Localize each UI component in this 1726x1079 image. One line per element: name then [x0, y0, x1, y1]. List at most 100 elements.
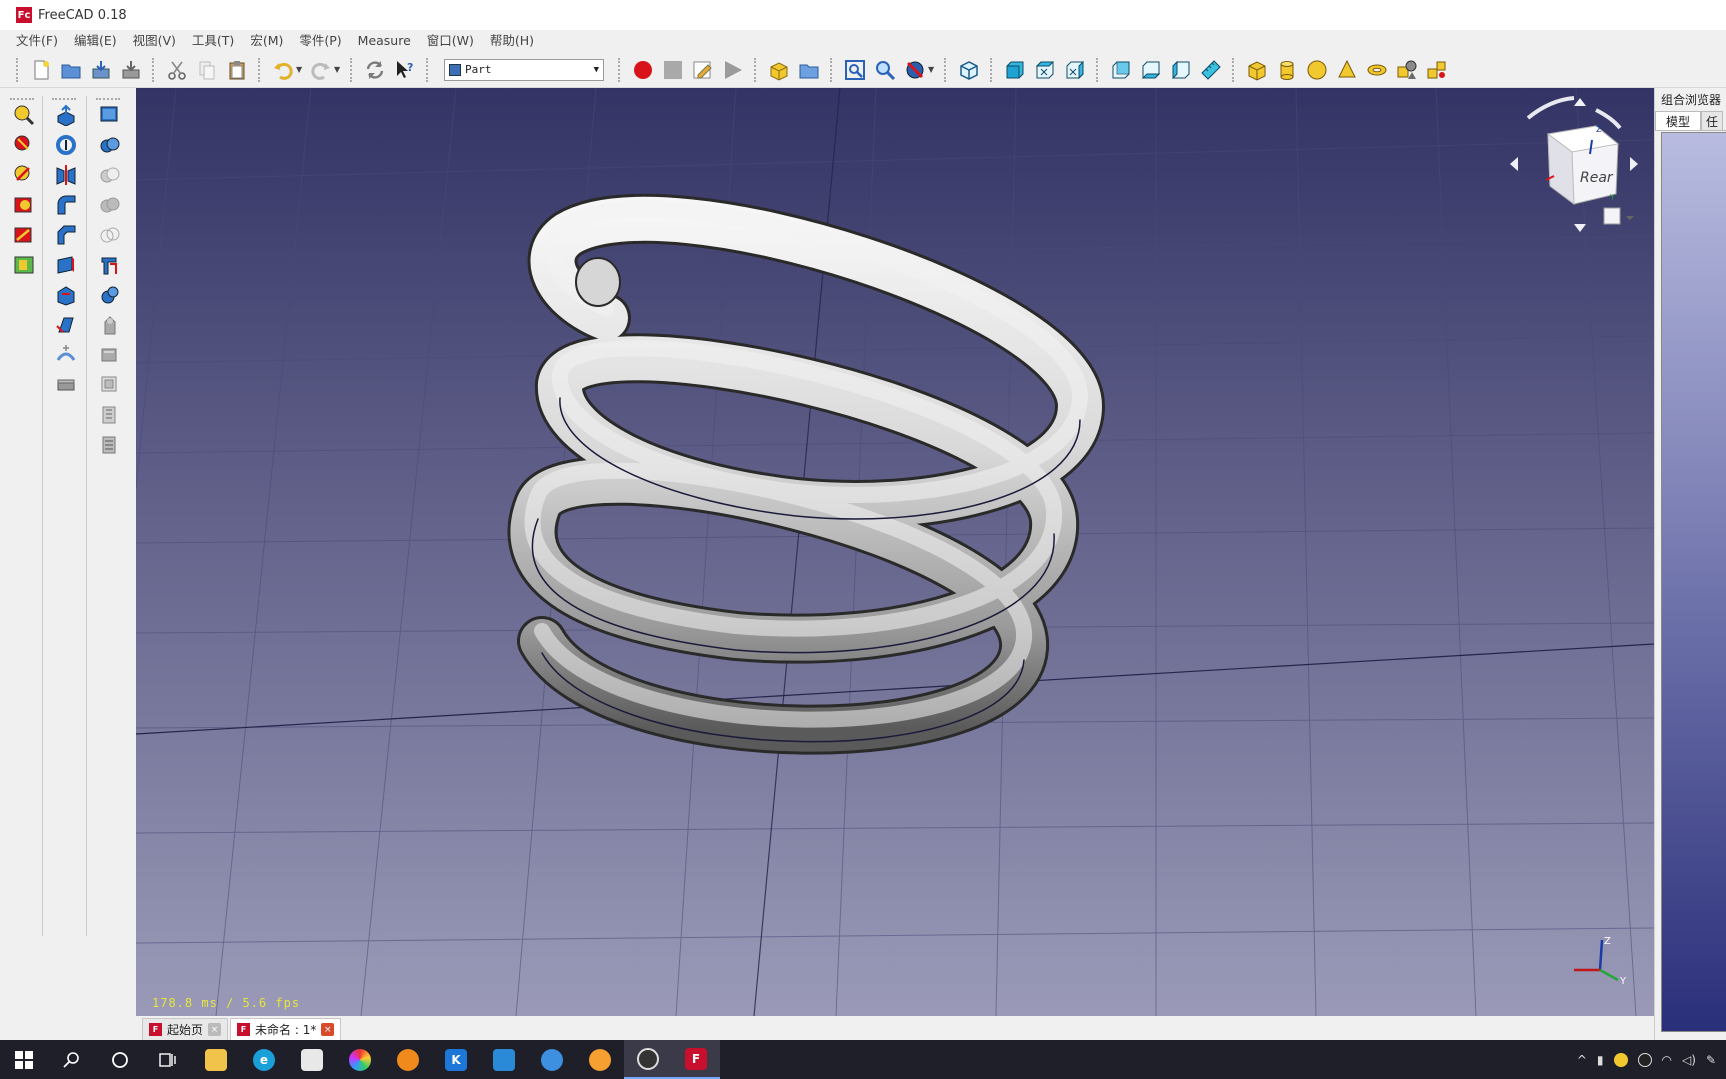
- thickness-button[interactable]: [96, 402, 124, 428]
- toolbar-grip[interactable]: [754, 57, 758, 82]
- taskbar-photos[interactable]: [336, 1040, 384, 1079]
- navigation-cube[interactable]: Rear Z Y: [1500, 90, 1648, 240]
- tab-unnamed-document[interactable]: F 未命名 : 1* ×: [230, 1018, 342, 1040]
- boolean-button[interactable]: [96, 132, 124, 158]
- part-sphere-button[interactable]: [1304, 57, 1330, 83]
- arrow-right-icon[interactable]: [1630, 157, 1638, 171]
- taskbar-blender[interactable]: [384, 1040, 432, 1079]
- toolbar-grip[interactable]: [16, 57, 20, 82]
- wifi-icon[interactable]: ◠: [1662, 1053, 1672, 1067]
- close-icon[interactable]: ×: [208, 1023, 222, 1036]
- open-button[interactable]: [58, 57, 84, 83]
- view-bottom-button[interactable]: [1138, 57, 1164, 83]
- loft-button[interactable]: [52, 312, 80, 338]
- fit-all-button[interactable]: [842, 57, 868, 83]
- close-icon[interactable]: ×: [321, 1023, 335, 1036]
- microphone-icon[interactable]: ▮: [1597, 1053, 1604, 1067]
- part-cylinder-button[interactable]: [1274, 57, 1300, 83]
- mirror-button[interactable]: [52, 162, 80, 188]
- fuse-shapes-button[interactable]: [96, 192, 124, 218]
- tab-model[interactable]: 模型: [1655, 111, 1702, 130]
- menu-macro[interactable]: 宏(M): [242, 30, 291, 52]
- cut-shapes-button[interactable]: [96, 162, 124, 188]
- cut-button[interactable]: [164, 57, 190, 83]
- measure-angular-button[interactable]: [10, 132, 38, 158]
- taskbar-store[interactable]: [288, 1040, 336, 1079]
- view-left-button[interactable]: [1168, 57, 1194, 83]
- taskbar-edge[interactable]: e: [240, 1040, 288, 1079]
- start-button[interactable]: [0, 1040, 48, 1079]
- split-tools-button[interactable]: [96, 282, 124, 308]
- taskbar-explorer[interactable]: [192, 1040, 240, 1079]
- rotate-left-arrow-icon[interactable]: [1526, 96, 1575, 120]
- extrude-button[interactable]: [52, 102, 80, 128]
- pen-icon[interactable]: ✎: [1706, 1053, 1716, 1067]
- ruled-surface-button[interactable]: [52, 282, 80, 308]
- taskbar-obs[interactable]: [624, 1040, 672, 1079]
- check-geometry-button[interactable]: [96, 312, 124, 338]
- new-document-button[interactable]: [28, 57, 54, 83]
- macro-record-button[interactable]: [630, 57, 656, 83]
- volume-icon[interactable]: ◁): [1682, 1053, 1696, 1067]
- toolbar-grip[interactable]: [426, 57, 430, 82]
- toolbar-grip[interactable]: [152, 57, 156, 82]
- revolve-button[interactable]: [52, 132, 80, 158]
- taskbar-freecad[interactable]: F: [672, 1040, 720, 1079]
- toolbar-grip[interactable]: [258, 57, 262, 82]
- section-button[interactable]: [52, 372, 80, 398]
- measure-refresh-button[interactable]: [10, 162, 38, 188]
- measure-delta-button[interactable]: [10, 252, 38, 278]
- chamfer-button[interactable]: [52, 222, 80, 248]
- model-tree-view[interactable]: [1661, 132, 1726, 1032]
- arrow-down-icon[interactable]: [1574, 224, 1586, 232]
- spring-end-face[interactable]: [575, 257, 621, 307]
- toolbar-grip[interactable]: [990, 57, 994, 82]
- task-view-button[interactable]: [144, 1040, 192, 1079]
- menu-help[interactable]: 帮助(H): [482, 30, 542, 52]
- toolbar-grip[interactable]: [1232, 57, 1236, 82]
- helical-spring-model[interactable]: [507, 193, 1106, 755]
- part-box-button[interactable]: [1244, 57, 1270, 83]
- taskbar-image-viewer[interactable]: [480, 1040, 528, 1079]
- redo-button[interactable]: [308, 57, 334, 83]
- create-group-button[interactable]: [796, 57, 822, 83]
- sweep-button[interactable]: [52, 342, 80, 368]
- tab-start-page[interactable]: F 起始页 ×: [142, 1018, 229, 1040]
- save-as-button[interactable]: [118, 57, 144, 83]
- part-torus-button[interactable]: [1364, 57, 1390, 83]
- plus-app-icon[interactable]: [1613, 1052, 1628, 1067]
- refresh-button[interactable]: [362, 57, 388, 83]
- tab-task[interactable]: 任: [1701, 111, 1724, 130]
- view-isometric-button[interactable]: [956, 57, 982, 83]
- compound-tools-button[interactable]: [96, 102, 124, 128]
- macro-stop-button[interactable]: [660, 57, 686, 83]
- undo-button[interactable]: [270, 57, 296, 83]
- save-button[interactable]: [88, 57, 114, 83]
- view-rear-button[interactable]: [1108, 57, 1134, 83]
- taskbar-search-button[interactable]: [48, 1040, 96, 1079]
- cube-faces[interactable]: Rear Z Y: [1545, 125, 1620, 206]
- measure-linear-button[interactable]: [10, 102, 38, 128]
- arrow-left-icon[interactable]: [1510, 157, 1518, 171]
- projection-button[interactable]: [96, 432, 124, 458]
- view-menu-cube-icon[interactable]: [1603, 207, 1621, 225]
- menu-part[interactable]: 零件(P): [291, 30, 349, 52]
- measure-distance-button[interactable]: [1198, 57, 1224, 83]
- undo-dropdown-icon[interactable]: ▼: [296, 65, 304, 74]
- common-shapes-button[interactable]: [96, 222, 124, 248]
- view-top-button[interactable]: [1032, 57, 1058, 83]
- offset-button[interactable]: [96, 372, 124, 398]
- make-face-button[interactable]: [52, 252, 80, 278]
- join-features-button[interactable]: [96, 252, 124, 278]
- 3d-viewport[interactable]: 178.8 ms / 5.6 fps Rear Z Y Z Y: [136, 88, 1654, 1016]
- menu-measure[interactable]: Measure: [350, 30, 419, 52]
- taskbar-bilibili[interactable]: [576, 1040, 624, 1079]
- part-primitives-button[interactable]: [1394, 57, 1420, 83]
- create-part-button[interactable]: [766, 57, 792, 83]
- qq-penguin-icon[interactable]: [1637, 1052, 1652, 1067]
- menu-window[interactable]: 窗口(W): [419, 30, 482, 52]
- cortana-button[interactable]: [96, 1040, 144, 1079]
- redo-dropdown-icon[interactable]: ▼: [334, 65, 342, 74]
- taskbar-kodi[interactable]: K: [432, 1040, 480, 1079]
- defeaturing-button[interactable]: [96, 342, 124, 368]
